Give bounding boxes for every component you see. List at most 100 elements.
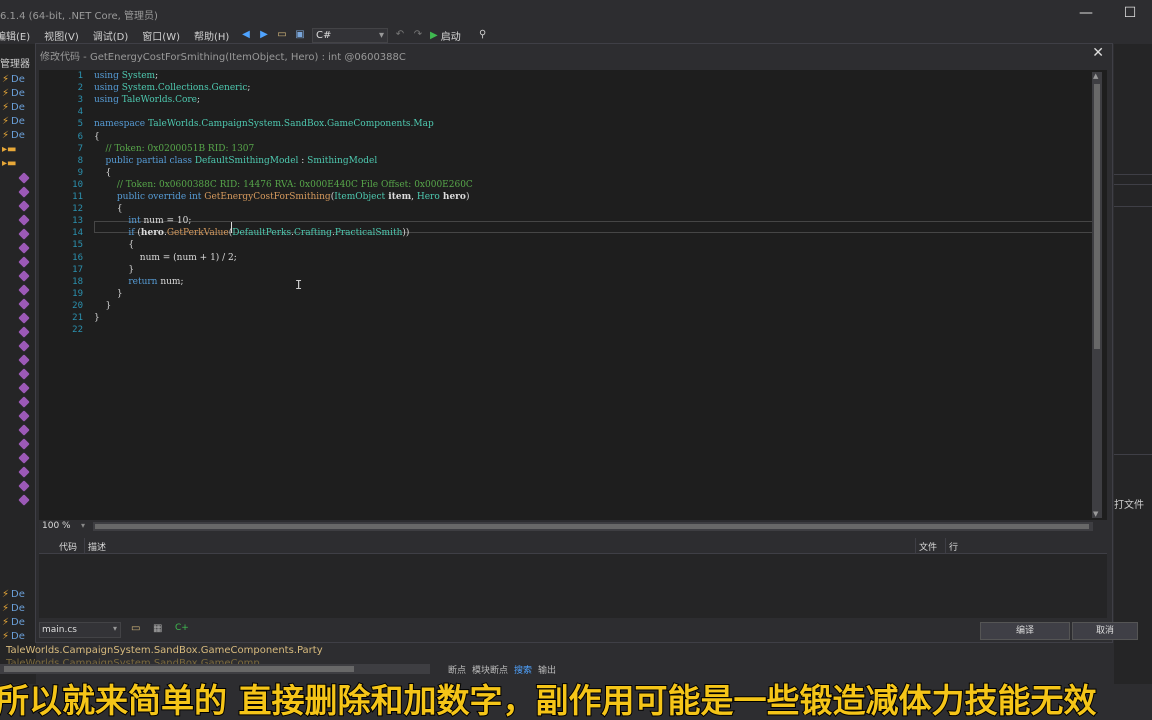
minimize-button[interactable]: — [1064,0,1108,26]
save-icon[interactable]: ▣ [294,29,306,41]
menu-debug[interactable]: 调试(D) [93,28,129,43]
tree-node[interactable]: ⚡ De [2,630,25,642]
folder-icon: ▸▬ [2,143,17,155]
menu-edit[interactable]: 编辑(E) [0,28,30,43]
code-token: ItemObject [334,192,386,202]
code-line[interactable]: return num; [94,276,183,288]
redo-icon[interactable]: ↷ [412,29,424,41]
compile-button[interactable]: 编译 [980,622,1070,640]
add-class-icon[interactable]: C+ [175,623,189,633]
code-editor[interactable]: 1 2 3 4 5 6 7 8 9 10 11 12 13 14 15 16 17 18 19 20 21 22 usin… [39,70,1107,520]
code-line[interactable]: using System; [94,70,161,82]
scrollbar-thumb[interactable] [1094,84,1100,349]
code-token: DefaultPerks [232,228,292,239]
zoom-level[interactable]: 100 % [42,521,71,531]
menu-window[interactable]: 窗口(W) [142,28,180,43]
method-icon [18,326,30,338]
code-line[interactable]: { [94,239,134,251]
maximize-button[interactable]: ☐ [1108,0,1152,26]
horizontal-scrollbar[interactable] [0,664,430,674]
menu-view[interactable]: 视图(V) [44,28,79,43]
code-line[interactable]: // Token: 0x0200051B RID: 1307 [94,143,254,155]
code-area[interactable]: using System; using System.Collections.G… [94,70,1094,520]
tree-node[interactable]: ⚡ De [2,87,25,99]
namespace-icon: ⚡ [2,115,10,127]
code-line[interactable]: { [94,131,100,143]
column-line[interactable]: 行 [949,540,958,553]
code-line[interactable]: { [94,203,123,215]
explorer-header: 管理器 [0,59,30,70]
code-token: namespace [94,119,148,130]
close-icon[interactable]: ✕ [1092,45,1104,61]
column-code[interactable]: 代码 [59,540,77,553]
search-icon[interactable]: ⚲ [477,29,489,41]
tree-node[interactable]: ⚡ De [2,588,25,600]
tree-node[interactable]: ⚡ De [2,101,25,113]
code-line[interactable]: } [94,264,134,276]
code-token: hero [439,192,466,202]
method-icon [18,270,30,282]
code-line[interactable]: namespace TaleWorlds.CampaignSystem.Sand… [94,118,434,130]
namespace-icon: ⚡ [2,129,10,141]
code-line[interactable]: } [94,312,100,324]
folder-node[interactable]: ▸▬ [2,143,18,155]
code-token: { [94,167,112,178]
code-line[interactable]: if (hero.GetPerkValue(DefaultPerks.Craft… [94,227,409,239]
tree-node[interactable]: ⚡ De [2,115,25,127]
tree-node[interactable]: ⚡ De [2,73,25,85]
undo-icon[interactable]: ↶ [394,29,406,41]
scroll-down-icon[interactable]: ▼ [1093,510,1098,518]
tree-node[interactable]: ⚡ De [2,616,25,628]
open-file-icon[interactable]: ▭ [131,623,140,634]
forward-icon[interactable]: ▶ [258,29,270,41]
code-line[interactable]: using TaleWorlds.Core; [94,94,200,106]
method-icon [18,452,30,464]
column-description[interactable]: 描述 [88,540,106,553]
code-line[interactable]: int num = 10; [94,215,191,227]
code-token: { [94,131,100,142]
method-icon [18,438,30,450]
method-icon [18,396,30,408]
method-icon [18,354,30,366]
error-list-header: 代码 描述 文件 行 [39,538,1107,554]
code-token: ; [155,71,161,81]
code-token: public partial class [94,155,195,166]
back-icon[interactable]: ◀ [240,29,252,41]
file-select[interactable]: main.cs [39,622,121,638]
chevron-down-icon[interactable]: ▾ [113,624,117,633]
namespace-icon: ⚡ [2,588,10,600]
code-line[interactable]: { [94,167,111,179]
code-token: System [121,71,156,81]
code-line[interactable]: } [94,288,123,300]
scroll-up-icon[interactable]: ▲ [1093,72,1098,80]
zoom-dropdown-icon[interactable]: ▾ [81,521,85,530]
code-token: TaleWorlds.CampaignSystem.SandBox.GameCo… [148,119,434,130]
menu-help[interactable]: 帮助(H) [194,28,229,43]
code-line[interactable]: public override int GetEnergyCostForSmit… [94,191,470,203]
line-number: 10 [72,179,83,190]
editor-horizontal-scrollbar[interactable] [93,522,1093,531]
scrollbar-thumb[interactable] [95,524,1089,529]
cancel-button[interactable]: 取消 [1072,622,1138,640]
scrollbar-thumb[interactable] [4,666,354,672]
language-select[interactable]: C# [312,27,388,43]
window-controls: — ☐ [1064,0,1152,26]
folder-node[interactable]: ▸▬ [2,157,18,169]
code-line[interactable]: using System.Collections.Generic; [94,82,250,94]
tree-node[interactable]: ⚡ De [2,129,25,141]
line-number: 17 [72,264,83,275]
code-line[interactable]: num = (num + 1) / 2; [94,252,237,264]
tree-node[interactable]: ⚡ De [2,602,25,614]
line-number: 13 [72,216,83,227]
references-icon[interactable]: ▦ [153,623,162,634]
column-file[interactable]: 文件 [919,540,937,553]
start-button[interactable]: ▶ 启动 [430,28,461,43]
code-line[interactable]: // Token: 0x0600388C RID: 14476 RVA: 0x0… [94,179,473,191]
start-label: 启动 [440,31,461,43]
vertical-scrollbar[interactable]: ▲ ▼ [1092,72,1102,518]
line-number: 16 [72,252,83,263]
code-line[interactable]: } [94,300,111,312]
code-line[interactable]: public partial class DefaultSmithingMode… [94,155,377,167]
line-number: 18 [72,276,83,287]
open-icon[interactable]: ▭ [276,29,288,41]
